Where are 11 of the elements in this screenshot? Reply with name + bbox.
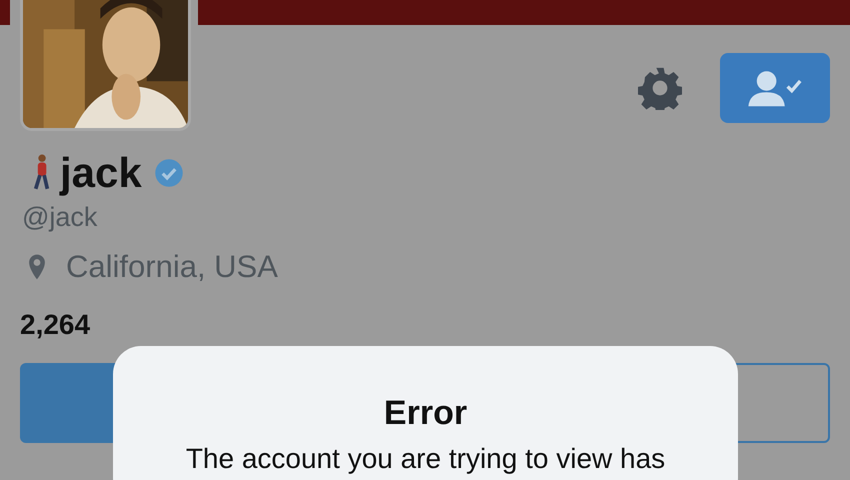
profile-handle: @jack	[22, 201, 98, 233]
dialog-message: The account you are trying to view has	[184, 443, 666, 475]
profile-location: California, USA	[66, 249, 278, 285]
following-count[interactable]: 2,264	[20, 309, 90, 341]
person-check-icon	[747, 68, 803, 108]
header-banner	[0, 0, 10, 25]
dialog-title: Error	[382, 394, 468, 433]
location-pin-icon	[28, 253, 46, 281]
following-button[interactable]	[720, 53, 830, 123]
settings-icon[interactable]	[638, 66, 682, 110]
profile-name: jack	[60, 149, 142, 197]
